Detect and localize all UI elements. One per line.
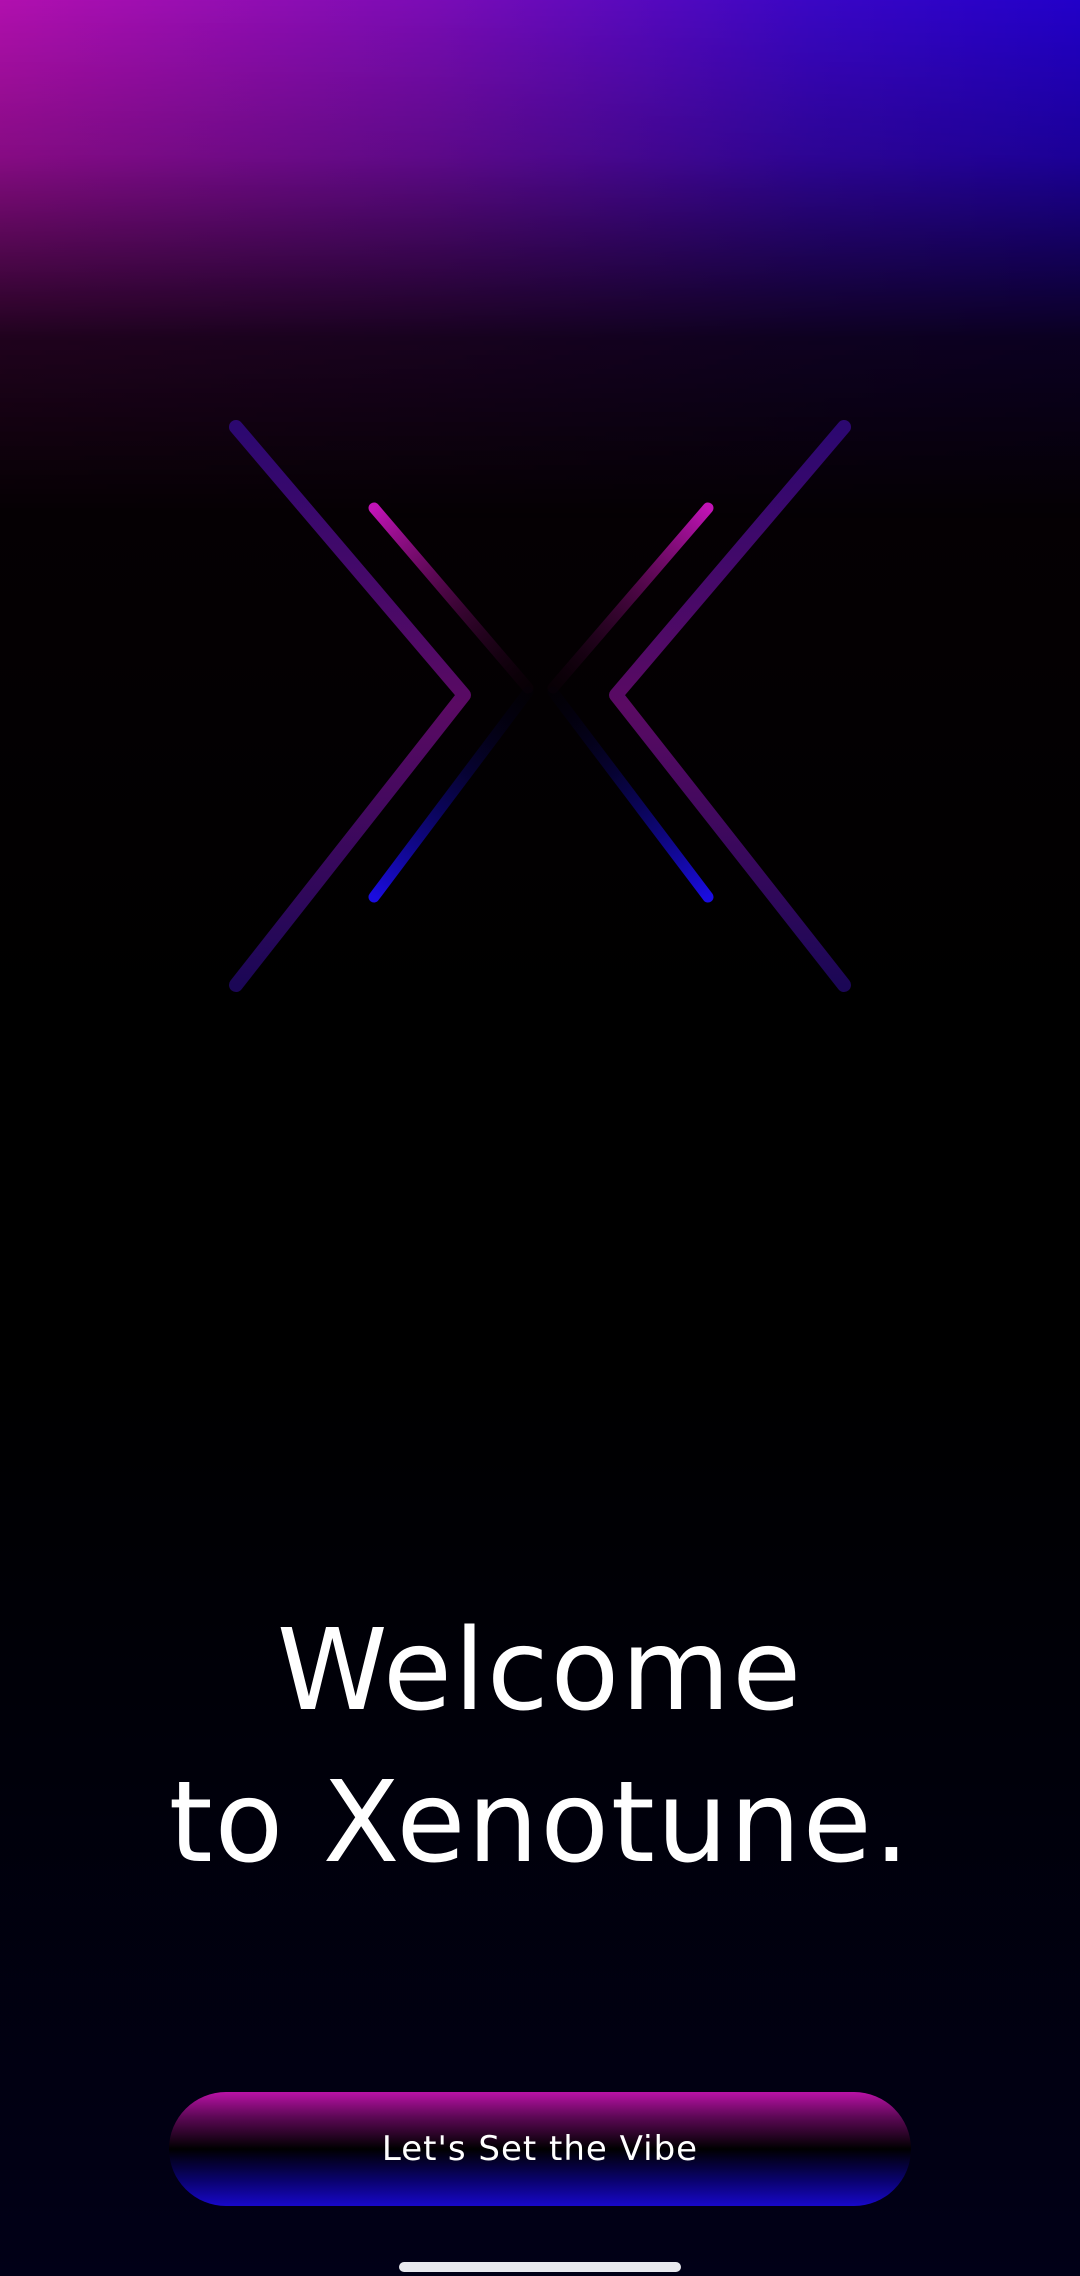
welcome-heading-line-2: to Xenotune. — [168, 1758, 912, 1888]
set-the-vibe-button[interactable]: Let's Set the Vibe — [169, 2092, 911, 2206]
welcome-screen: Welcome to Xenotune. Let's Set the Vibe — [0, 0, 1080, 2276]
set-the-vibe-button-label: Let's Set the Vibe — [381, 2129, 699, 2169]
xenotune-x-logo-icon — [229, 420, 851, 992]
welcome-heading-line-1: Welcome — [276, 1606, 804, 1736]
welcome-heading: Welcome to Xenotune. — [0, 1595, 1080, 1899]
home-indicator[interactable] — [399, 2262, 681, 2272]
